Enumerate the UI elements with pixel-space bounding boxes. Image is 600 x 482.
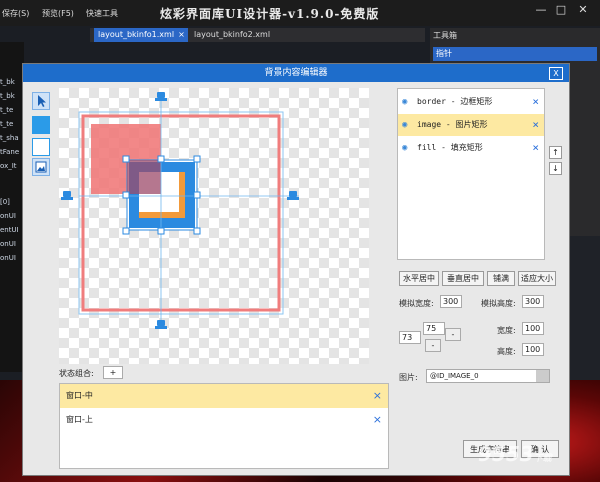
add-state-button[interactable]: + <box>103 366 123 379</box>
tab-layout-bkinfo2[interactable]: layout_bkinfo2.xml <box>190 28 278 42</box>
tree-item[interactable]: onUI <box>0 254 16 262</box>
handle <box>122 191 130 199</box>
watermark-main: 9553 <box>478 442 534 466</box>
tab-label: layout_bkinfo2.xml <box>194 30 271 39</box>
minus-button[interactable]: - <box>425 339 441 352</box>
watermark-sub: 下载 <box>533 454 552 464</box>
dialog-title: 背景内容编辑器 <box>23 64 569 82</box>
state-label: 窗口-中 <box>66 391 93 400</box>
handle <box>122 155 130 163</box>
pos-y-input[interactable]: 75 <box>423 322 445 335</box>
maximize-button[interactable]: □ <box>552 3 570 17</box>
handle <box>157 155 165 163</box>
eye-icon[interactable]: ◉ <box>402 114 407 136</box>
pos-x-input[interactable]: 73 <box>399 331 421 344</box>
overlap-region <box>127 160 161 194</box>
tree-item[interactable]: onUI <box>0 240 16 248</box>
menu-save[interactable]: 保存(S) <box>2 8 29 19</box>
pointer-tool-icon[interactable] <box>32 92 50 110</box>
layer-item-border[interactable]: ◉ border - 边框矩形 × <box>398 91 544 113</box>
handle <box>193 191 201 199</box>
handle <box>193 155 201 163</box>
anchor-left-icon <box>61 191 73 200</box>
toolbox-item-pointer[interactable]: 指针 <box>433 47 597 61</box>
layer-item-image[interactable]: ◉ image - 图片矩形 × <box>398 114 544 136</box>
anchor-top-icon <box>155 92 167 101</box>
delete-icon[interactable]: × <box>532 137 539 159</box>
delete-icon[interactable]: × <box>373 384 382 408</box>
tree-item[interactable]: t_te <box>0 106 13 114</box>
layer-label: fill - 填充矩形 <box>417 143 483 152</box>
image-tool-icon[interactable] <box>32 158 50 176</box>
tree-item[interactable]: entUI <box>0 226 19 234</box>
delete-icon[interactable]: × <box>532 91 539 113</box>
delete-icon[interactable]: × <box>532 114 539 136</box>
tree-item[interactable]: t_sha <box>0 134 19 142</box>
eye-icon[interactable]: ◉ <box>402 137 407 159</box>
menu-preview[interactable]: 预览(F5) <box>42 8 74 19</box>
tree-item[interactable]: onUI <box>0 212 16 220</box>
tree-item[interactable]: ox_It <box>0 162 17 170</box>
layer-label: image - 图片矩形 <box>417 120 488 129</box>
tree-item[interactable]: [0] <box>0 198 10 206</box>
tree-item[interactable]: tFane <box>0 148 19 156</box>
handle <box>193 227 201 235</box>
image-path-input[interactable]: @ID_IMAGE_0 <box>426 369 550 383</box>
side-panel <box>567 236 600 386</box>
height-input[interactable]: 100 <box>522 343 544 356</box>
anchor-bottom-icon <box>155 320 167 329</box>
sim-width-input[interactable]: 300 <box>440 295 462 308</box>
states-label: 状态组合: <box>59 369 94 378</box>
fill-rect-tool-icon[interactable] <box>32 116 50 134</box>
tree-item[interactable]: t_bk <box>0 78 15 86</box>
state-label: 窗口-上 <box>66 415 93 424</box>
preview-canvas[interactable] <box>59 88 369 364</box>
state-list: 窗口-中 × 窗口-上 × <box>59 383 389 469</box>
tree-item[interactable]: t_te <box>0 120 13 128</box>
anchor-right-icon <box>287 191 299 200</box>
tab-layout-bkinfo1[interactable]: layout_bkinfo1.xml × <box>94 28 188 42</box>
minus-button[interactable]: - <box>445 328 461 341</box>
state-item-top[interactable]: 窗口-上 × <box>60 408 388 432</box>
move-up-button[interactable]: ↑ <box>549 146 562 159</box>
site-watermark: 9553下载 <box>478 442 552 466</box>
left-tree-panel: t_bk t_bk t_te t_te t_sha tFane ox_It [0… <box>0 42 24 372</box>
sim-height-input[interactable]: 300 <box>522 295 544 308</box>
document-tabs: layout_bkinfo1.xml × layout_bkinfo2.xml <box>90 28 425 42</box>
layer-item-fill[interactable]: ◉ fill - 填充矩形 × <box>398 137 544 159</box>
tab-close-icon[interactable]: × <box>178 30 185 39</box>
delete-icon[interactable]: × <box>373 408 382 432</box>
eye-icon[interactable]: ◉ <box>402 91 407 113</box>
handle <box>122 227 130 235</box>
close-app-button[interactable]: ✕ <box>574 3 592 17</box>
state-item-center[interactable]: 窗口-中 × <box>60 384 388 408</box>
width-label: 宽度: <box>497 326 516 335</box>
dialog-close-button[interactable]: X <box>549 67 563 80</box>
sim-width-label: 模拟宽度: <box>399 299 434 308</box>
tab-label: layout_bkinfo1.xml <box>98 30 175 39</box>
align-hcenter-button[interactable]: 水平居中 <box>399 271 439 286</box>
height-label: 高度: <box>497 347 516 356</box>
align-vcenter-button[interactable]: 垂直居中 <box>442 271 484 286</box>
image-label: 图片: <box>399 373 418 382</box>
background-editor-dialog: 背景内容编辑器 X ◉ border - 边框矩形 × ◉ image - 图片… <box>22 63 570 476</box>
border-rect-tool-icon[interactable] <box>32 138 50 156</box>
toolbox-title: 工具箱 <box>433 31 457 40</box>
menu-bar: 保存(S) 预览(F5) 快速工具 炫彩界面库UI设计器-v1.9.0-免费版 … <box>0 0 600 26</box>
tree-item[interactable]: t_bk <box>0 92 15 100</box>
image-browse-button[interactable] <box>536 370 549 382</box>
sim-height-label: 模拟高度: <box>481 299 516 308</box>
layer-list: ◉ border - 边框矩形 × ◉ image - 图片矩形 × ◉ fil… <box>397 88 545 260</box>
move-down-button[interactable]: ↓ <box>549 162 562 175</box>
fit-size-button[interactable]: 适应大小 <box>518 271 556 286</box>
app-title: 炫彩界面库UI设计器-v1.9.0-免费版 <box>160 7 380 21</box>
handle <box>157 227 165 235</box>
fill-button[interactable]: 铺满 <box>487 271 515 286</box>
minimize-button[interactable]: — <box>532 3 550 17</box>
layer-label: border - 边框矩形 <box>417 97 493 106</box>
width-input[interactable]: 100 <box>522 322 544 335</box>
menu-quick-tools[interactable]: 快速工具 <box>86 8 118 19</box>
